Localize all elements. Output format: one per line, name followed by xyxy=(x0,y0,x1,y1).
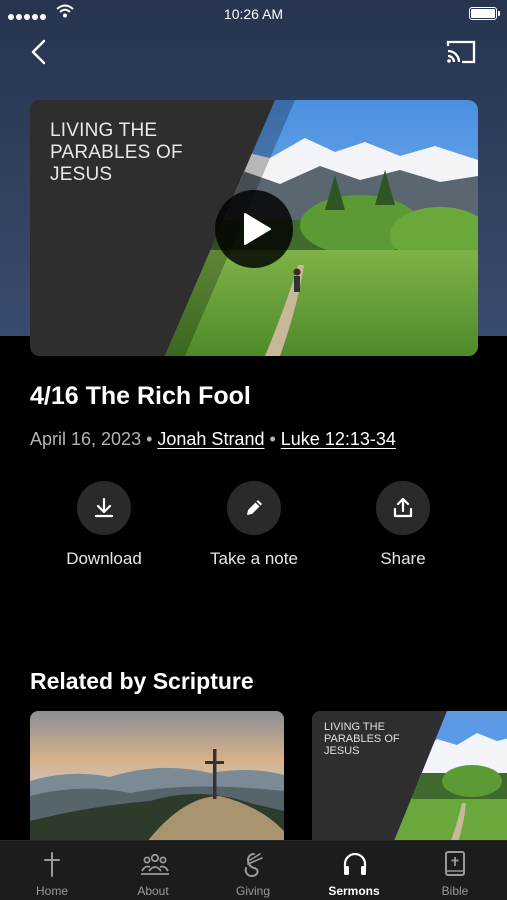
share-label: Share xyxy=(380,549,426,568)
share-icon xyxy=(393,497,413,518)
tab-about[interactable]: About xyxy=(103,841,203,900)
chevron-left-icon xyxy=(31,39,46,65)
tab-label: Sermons xyxy=(328,884,380,898)
cast-icon xyxy=(446,40,476,64)
take-note-circle xyxy=(227,481,281,535)
tab-bar: Home About Giving Sermons Bible xyxy=(0,840,507,900)
mountain-cross-image xyxy=(30,711,284,851)
play-button[interactable] xyxy=(215,190,293,268)
tab-giving[interactable]: Giving xyxy=(203,841,303,900)
battery-icon xyxy=(469,7,500,20)
sermon-date: April 16, 2023 xyxy=(30,429,142,449)
giving-icon xyxy=(244,853,263,878)
cast-button[interactable] xyxy=(445,38,477,66)
tab-label: Giving xyxy=(235,884,270,898)
related-series-title: LIVING THE PARABLES OF JESUS xyxy=(324,721,400,757)
download-label: Download xyxy=(66,549,142,568)
headphones-icon xyxy=(343,852,367,875)
play-icon xyxy=(244,213,271,245)
tab-label: About xyxy=(137,884,169,898)
pencil-icon xyxy=(247,500,262,515)
related-sermon-card[interactable]: LIVING THE PARABLES OF JESUS xyxy=(312,711,507,851)
download-icon xyxy=(94,497,114,518)
download-button[interactable]: Download xyxy=(34,481,174,569)
take-note-label: Take a note xyxy=(210,549,298,568)
tab-label: Bible xyxy=(441,884,469,898)
scripture-link[interactable]: Luke 12:13-34 xyxy=(281,429,396,449)
people-icon xyxy=(141,853,169,875)
tab-home[interactable]: Home xyxy=(2,841,102,900)
speaker-link[interactable]: Jonah Strand xyxy=(157,429,264,449)
sermon-meta: April 16, 2023 • Jonah Strand • Luke 12:13-3… xyxy=(30,429,396,450)
cross-icon xyxy=(44,852,60,877)
bible-icon xyxy=(445,851,465,876)
meta-separator: • xyxy=(146,429,153,449)
related-sermon-card[interactable] xyxy=(30,711,284,851)
tab-sermons[interactable]: Sermons xyxy=(304,841,404,900)
related-heading: Related by Scripture xyxy=(30,668,254,694)
sermon-title: 4/16 The Rich Fool xyxy=(30,382,251,410)
series-title: LIVING THE PARABLES OF JESUS xyxy=(50,120,183,185)
tab-bible[interactable]: Bible xyxy=(405,841,505,900)
status-time: 10:26 AM xyxy=(223,6,284,22)
video-player[interactable]: LIVING THE PARABLES OF JESUS xyxy=(30,100,478,356)
back-button[interactable] xyxy=(26,36,56,68)
take-note-button[interactable]: Take a note xyxy=(184,481,324,569)
meta-separator: • xyxy=(269,429,276,449)
share-circle xyxy=(376,481,430,535)
status-bar: 10:26 AM xyxy=(0,0,507,28)
download-circle xyxy=(77,481,131,535)
tab-label: Home xyxy=(35,884,68,898)
share-button[interactable]: Share xyxy=(333,481,473,569)
